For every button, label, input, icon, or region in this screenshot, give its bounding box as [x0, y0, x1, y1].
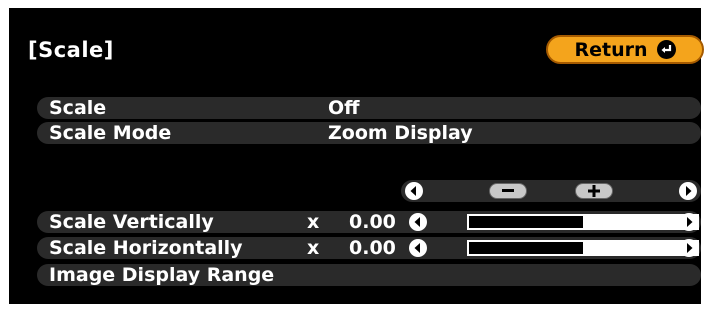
return-label: Return	[574, 38, 648, 61]
slider-fill	[469, 216, 583, 228]
left-arrow-icon[interactable]	[409, 239, 427, 257]
scale-menu-screen: [Scale] Return Scale Off Scale Mode Zoom…	[9, 8, 704, 304]
adjust-control-bar	[401, 180, 701, 202]
left-arrow-icon[interactable]	[405, 182, 423, 200]
scale-value: Off	[328, 97, 360, 119]
left-arrow-icon[interactable]	[409, 213, 427, 231]
return-button[interactable]: Return	[546, 35, 704, 64]
plus-icon[interactable]	[575, 183, 613, 199]
scale-horizontally-value: 0.00	[349, 237, 396, 259]
menu-title: [Scale]	[28, 38, 114, 62]
scale-horizontally-label: Scale Horizontally	[49, 237, 243, 259]
slider-fill	[469, 242, 583, 254]
scale-horizontally-x: x	[307, 237, 320, 259]
scale-mode-label: Scale Mode	[49, 122, 172, 144]
scale-label: Scale	[49, 97, 107, 119]
right-arrow-icon[interactable]	[680, 239, 698, 257]
right-arrow-icon[interactable]	[679, 182, 697, 200]
menu-item-scale-vertically[interactable]: Scale Vertically x 0.00	[37, 211, 701, 233]
scale-vertically-value: 0.00	[349, 211, 396, 233]
image-display-range-label: Image Display Range	[49, 264, 275, 286]
menu-item-scale-horizontally[interactable]: Scale Horizontally x 0.00	[37, 237, 701, 259]
scale-mode-value: Zoom Display	[328, 122, 473, 144]
menu-item-scale-mode[interactable]: Scale Mode Zoom Display	[37, 122, 701, 144]
minus-icon[interactable]	[489, 183, 527, 199]
menu-item-image-display-range[interactable]: Image Display Range	[37, 264, 701, 286]
scale-vertically-slider[interactable]	[467, 214, 699, 230]
menu-item-scale[interactable]: Scale Off	[37, 97, 701, 119]
scale-horizontally-slider[interactable]	[467, 240, 699, 256]
right-arrow-icon[interactable]	[680, 213, 698, 231]
scale-vertically-x: x	[307, 211, 320, 233]
scale-vertically-label: Scale Vertically	[49, 211, 214, 233]
enter-icon	[656, 40, 676, 59]
